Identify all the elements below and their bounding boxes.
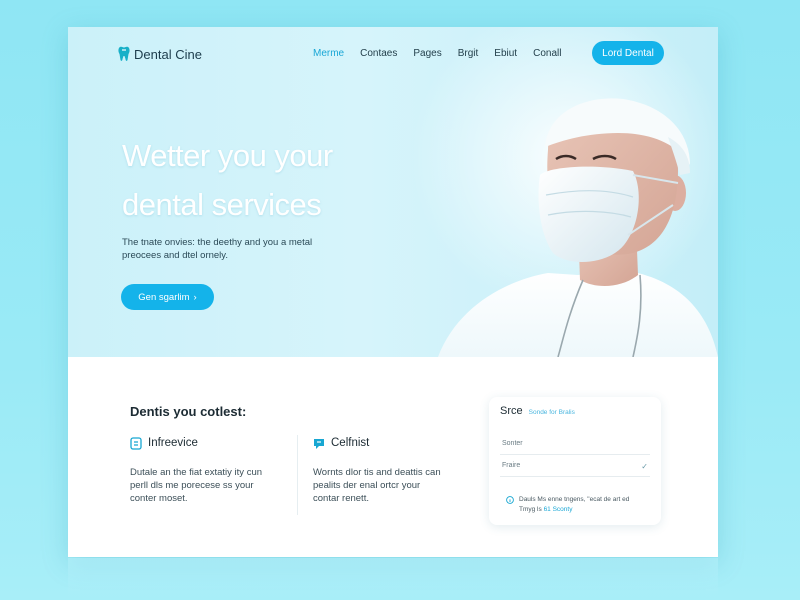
logo-text: Dental Cine bbox=[134, 46, 202, 62]
services-title: Dentis you cotlest: bbox=[130, 404, 247, 419]
hero-cta-label: Gen sgarlim bbox=[138, 291, 190, 303]
feature-text-line3: conter moset. bbox=[130, 493, 188, 504]
doctor-image bbox=[438, 98, 718, 357]
tooth-icon bbox=[130, 436, 142, 450]
nav-link-home[interactable]: Merme bbox=[313, 48, 344, 59]
form-note-line1: Dauls Ms enne tngens, "ecat de art ed bbox=[519, 496, 630, 503]
form-note-line2: Tmyg ls bbox=[519, 506, 542, 513]
feature-header: Infreevice bbox=[130, 435, 290, 451]
landing-page: Dental Cine Merme Contaes Pages Brgit Eb… bbox=[68, 27, 718, 557]
hero-title-line1: Wetter you your bbox=[122, 138, 333, 173]
nav-link-about[interactable]: Ebiut bbox=[494, 48, 517, 59]
form-title-main: Srce bbox=[500, 405, 523, 417]
feature-name: Infreevice bbox=[148, 437, 198, 449]
tooth-logo-icon bbox=[118, 46, 130, 61]
hero-subtitle-line2: preocees and dtel ornely. bbox=[122, 250, 228, 261]
services-section: Dentis you cotlest: Infreevice Dutale an… bbox=[68, 357, 718, 557]
feature-text-line1: Wornts dlor tis and deattis can bbox=[313, 467, 441, 478]
feature-header: Celfnist bbox=[313, 435, 473, 451]
hero-subtitle: The tnate onvies: the deethy and you a m… bbox=[122, 236, 352, 262]
feature-text: Dutale an the fiat extatiy ity cun perll… bbox=[130, 466, 290, 505]
nav-link-blog[interactable]: Brgit bbox=[458, 48, 479, 59]
nav-link-contacts[interactable]: Contaes bbox=[360, 48, 397, 59]
form-title: Srce Sonde for Bralis bbox=[500, 405, 575, 417]
nav-links: Merme Contaes Pages Brgit Ebiut Conall bbox=[313, 48, 561, 59]
form-note: Dauls Ms enne tngens, "ecat de art ed Tm… bbox=[506, 495, 651, 515]
feature-card: Celfnist Wornts dlor tis and deattis can… bbox=[313, 435, 473, 505]
hero-title: Wetter you your dental services bbox=[122, 131, 402, 229]
feature-text-line3: contar renett. bbox=[313, 493, 369, 504]
hero-subtitle-line1: The tnate onvies: the deethy and you a m… bbox=[122, 237, 313, 248]
feature-name: Celfnist bbox=[331, 437, 370, 449]
service-select[interactable]: Fraire ✓ bbox=[500, 457, 650, 477]
feature-text: Wornts dlor tis and deattis can pealits … bbox=[313, 466, 473, 505]
form-title-sub[interactable]: Sonde for Bralis bbox=[529, 409, 575, 416]
nav-cta-button[interactable]: Lord Dental bbox=[592, 41, 664, 65]
feature-text-line1: Dutale an the fiat extatiy ity cun bbox=[130, 467, 263, 478]
page-reflection bbox=[68, 558, 718, 600]
feature-text-line2: pealits der enal ortcr your bbox=[313, 480, 421, 491]
form-note-link[interactable]: 61 Sconty bbox=[544, 506, 573, 513]
feature-card: Infreevice Dutale an the fiat extatiy it… bbox=[130, 435, 290, 505]
chevron-down-icon: ✓ bbox=[641, 462, 648, 471]
chevron-right-icon: › bbox=[193, 291, 197, 303]
feature-divider bbox=[297, 435, 298, 515]
booking-form: Srce Sonde for Bralis Sonter Fraire ✓ Da… bbox=[489, 397, 661, 525]
feature-text-line2: perll dls me porecese ss your bbox=[130, 480, 254, 491]
name-field-placeholder: Sonter bbox=[502, 440, 523, 447]
name-field[interactable]: Sonter bbox=[500, 435, 650, 455]
form-note-text: Dauls Ms enne tngens, "ecat de art ed Tm… bbox=[519, 495, 629, 515]
hero-title-line2: dental services bbox=[122, 187, 322, 222]
info-icon bbox=[506, 496, 514, 504]
nav-link-pages[interactable]: Pages bbox=[413, 48, 441, 59]
chat-tooth-icon bbox=[314, 438, 324, 449]
logo[interactable]: Dental Cine bbox=[118, 46, 202, 62]
service-select-placeholder: Fraire bbox=[502, 462, 521, 469]
nav-link-contact[interactable]: Conall bbox=[533, 48, 561, 59]
hero-section: Dental Cine Merme Contaes Pages Brgit Eb… bbox=[68, 27, 718, 357]
hero-cta-button[interactable]: Gen sgarlim › bbox=[121, 284, 214, 310]
